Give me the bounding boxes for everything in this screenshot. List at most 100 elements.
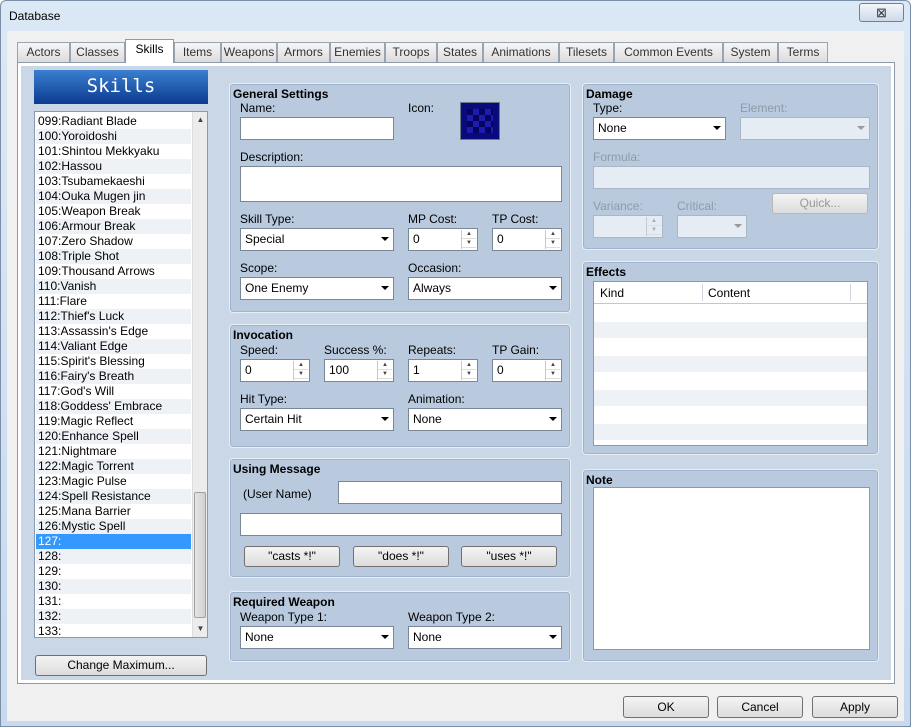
close-button[interactable]: ⊠ [859,3,904,22]
note-field[interactable] [593,487,870,650]
stepper-arrows-icon[interactable]: ▲ ▼ [545,230,560,249]
critical-select[interactable] [677,215,747,238]
content-column-header[interactable]: Content [708,286,750,300]
list-item[interactable]: 115:Spirit's Blessing [36,354,191,369]
success-stepper[interactable]: 100 ▲ ▼ [324,359,394,382]
list-item[interactable]: 111:Flare [36,294,191,309]
mp-cost-stepper[interactable]: 0 ▲ ▼ [408,228,478,251]
list-item[interactable]: 116:Fairy's Breath [36,369,191,384]
kind-column-header[interactable]: Kind [600,286,624,300]
list-item[interactable]: 132: [36,609,191,624]
repeats-stepper[interactable]: 1 ▲ ▼ [408,359,478,382]
list-item[interactable]: 101:Shintou Mekkyaku [36,144,191,159]
occasion-select[interactable]: Always [408,277,562,300]
table-row[interactable] [594,305,867,321]
change-maximum-button[interactable]: Change Maximum... [35,655,207,676]
cancel-button[interactable]: Cancel [717,696,803,718]
formula-field[interactable] [593,166,870,189]
damage-type-select[interactable]: None [593,117,726,140]
tab-weapons[interactable]: Weapons [221,42,277,62]
list-item[interactable]: 118:Goddess' Embrace [36,399,191,414]
stepper-arrows-icon[interactable]: ▲ ▼ [377,361,392,380]
scope-select[interactable]: One Enemy [240,277,394,300]
scroll-thumb[interactable] [194,492,206,618]
list-item[interactable]: 104:Ouka Mugen jin [36,189,191,204]
list-item[interactable]: 102:Hassou [36,159,191,174]
list-item[interactable]: 127: [36,534,191,549]
list-item[interactable]: 100:Yoroidoshi [36,129,191,144]
description-field[interactable] [240,166,562,202]
element-select[interactable] [740,117,870,140]
list-item[interactable]: 119:Magic Reflect [36,414,191,429]
tab-common-events[interactable]: Common Events [614,42,723,62]
list-item[interactable]: 114:Valiant Edge [36,339,191,354]
weapon-type-2-select[interactable]: None [408,626,562,649]
list-item[interactable]: 099:Radiant Blade [36,114,191,129]
list-item[interactable]: 109:Thousand Arrows [36,264,191,279]
tab-states[interactable]: States [437,42,483,62]
tab-classes[interactable]: Classes [70,42,125,62]
tp-cost-stepper[interactable]: 0 ▲ ▼ [492,228,562,251]
list-item[interactable]: 120:Enhance Spell [36,429,191,444]
list-item[interactable]: 107:Zero Shadow [36,234,191,249]
table-row[interactable] [594,407,867,423]
list-item[interactable]: 126:Mystic Spell [36,519,191,534]
list-item[interactable]: 113:Assassin's Edge [36,324,191,339]
weapon-type-1-select[interactable]: None [240,626,394,649]
list-item[interactable]: 122:Magic Torrent [36,459,191,474]
scroll-down-icon[interactable]: ▼ [194,622,207,635]
stepper-arrows-icon[interactable]: ▲ ▼ [461,361,476,380]
tab-actors[interactable]: Actors [17,42,70,62]
list-item[interactable]: 131: [36,594,191,609]
casts-button[interactable]: "casts *!" [244,546,340,567]
list-item[interactable]: 108:Triple Shot [36,249,191,264]
table-row[interactable] [594,373,867,389]
list-item[interactable]: 105:Weapon Break [36,204,191,219]
stepper-arrows-icon[interactable]: ▲ ▼ [461,230,476,249]
list-item[interactable]: 129: [36,564,191,579]
scroll-up-icon[interactable]: ▲ [194,113,207,126]
skill-type-select[interactable]: Special [240,228,394,251]
name-field[interactable] [240,117,394,140]
tab-tilesets[interactable]: Tilesets [559,42,614,62]
list-item[interactable]: 110:Vanish [36,279,191,294]
uses-button[interactable]: "uses *!" [461,546,557,567]
list-item[interactable]: 112:Thief's Luck [36,309,191,324]
stepper-arrows-icon[interactable]: ▲ ▼ [293,361,308,380]
list-item[interactable]: 133: [36,624,191,637]
message-line-2[interactable] [240,513,562,536]
list-item[interactable]: 106:Armour Break [36,219,191,234]
table-row[interactable] [594,322,867,338]
list-item[interactable]: 130: [36,579,191,594]
does-button[interactable]: "does *!" [353,546,449,567]
apply-button[interactable]: Apply [812,696,898,718]
tab-skills[interactable]: Skills [125,39,174,63]
table-row[interactable] [594,339,867,355]
skill-list[interactable]: 099:Radiant Blade 100:Yoroidoshi 101:Shint… [34,111,208,638]
hit-type-select[interactable]: Certain Hit [240,408,394,431]
list-item[interactable]: 124:Spell Resistance [36,489,191,504]
tab-animations[interactable]: Animations [483,42,559,62]
tab-terms[interactable]: Terms [778,42,828,62]
list-item[interactable]: 123:Magic Pulse [36,474,191,489]
speed-stepper[interactable]: 0 ▲ ▼ [240,359,310,382]
list-item[interactable]: 117:God's Will [36,384,191,399]
tab-armors[interactable]: Armors [277,42,330,62]
quick-button[interactable]: Quick... [772,193,868,214]
tab-system[interactable]: System [723,42,778,62]
list-item[interactable]: 128: [36,549,191,564]
table-row[interactable] [594,424,867,440]
stepper-arrows-icon[interactable]: ▲ ▼ [646,217,661,236]
animation-select[interactable]: None [408,408,562,431]
tab-enemies[interactable]: Enemies [330,42,385,62]
tab-items[interactable]: Items [174,42,221,62]
skill-icon-button[interactable] [460,102,500,140]
tp-gain-stepper[interactable]: 0 ▲ ▼ [492,359,562,382]
message-line-1[interactable] [338,481,562,504]
table-row[interactable] [594,356,867,372]
stepper-arrows-icon[interactable]: ▲ ▼ [545,361,560,380]
table-row[interactable] [594,390,867,406]
list-item[interactable]: 121:Nightmare [36,444,191,459]
variance-stepper[interactable]: ▲ ▼ [593,215,663,238]
tab-troops[interactable]: Troops [385,42,437,62]
